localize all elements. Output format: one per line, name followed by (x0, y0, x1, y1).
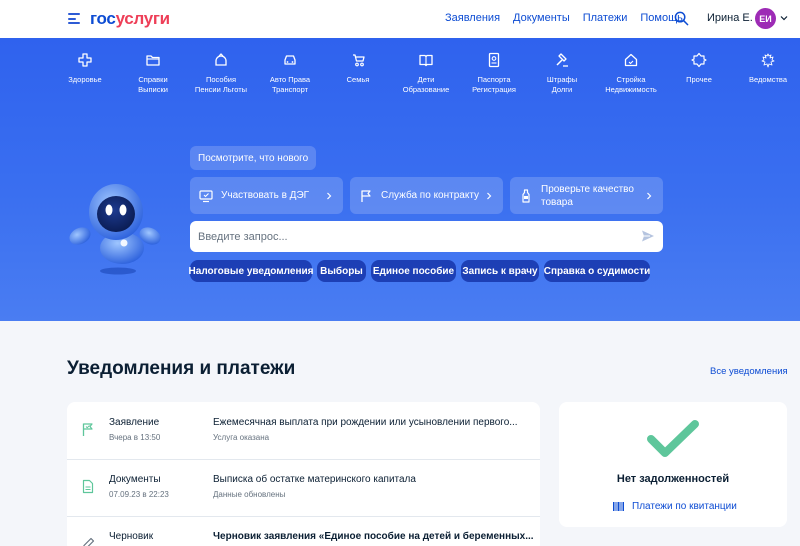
category-other[interactable]: Прочее (659, 52, 739, 85)
checkmark-icon (647, 420, 699, 457)
chevron-right-icon (647, 192, 652, 199)
chip-unified-benefit[interactable]: Единое пособие (371, 260, 456, 282)
send-icon[interactable] (641, 229, 655, 243)
category-bar: Здоровье Справки Выписки Пособия Пенсии … (0, 52, 800, 112)
notifications-card: Заявление Вчера в 13:50 Ежемесячная выпл… (67, 402, 540, 546)
grid-icon (691, 52, 707, 68)
chevron-down-icon[interactable] (779, 13, 789, 23)
category-benefits[interactable]: Пособия Пенсии Льготы (181, 52, 261, 95)
category-fines[interactable]: Штрафы Долги (522, 52, 602, 95)
house-icon (624, 53, 638, 67)
user-avatar[interactable]: ЕИ (755, 8, 776, 29)
nav-documents[interactable]: Документы (513, 12, 570, 24)
robot-mascot-illustration (69, 184, 161, 275)
search-icon[interactable] (674, 11, 689, 26)
chevron-right-icon (487, 192, 492, 199)
flag-icon (361, 189, 371, 202)
receipt-payments-link[interactable]: Платежи по квитанции (613, 501, 737, 512)
promo-contract-service[interactable]: Служба по контракту (350, 177, 503, 214)
chip-doctor-appointment[interactable]: Запись к врачу (461, 260, 539, 282)
passport-icon (488, 52, 500, 68)
chip-criminal-record[interactable]: Справка о судимости (544, 260, 650, 282)
hamburger-menu-icon[interactable] (68, 13, 80, 24)
section-title-notifications: Уведомления и платежи (67, 358, 296, 379)
nav-payments[interactable]: Платежи (583, 12, 628, 24)
wallet-icon (215, 53, 227, 66)
notification-item[interactable]: Документы 07.09.23 в 22:23 Выписка об ос… (67, 459, 540, 516)
search-box (190, 221, 663, 252)
no-debts-title: Нет задолженностей (616, 473, 730, 485)
search-input[interactable] (198, 230, 618, 243)
hero-banner: Здоровье Справки Выписки Пособия Пенсии … (0, 38, 800, 321)
book-icon (419, 54, 433, 67)
stroller-icon (353, 54, 365, 67)
category-agencies[interactable]: Ведомства (728, 52, 800, 85)
emblem-icon (761, 53, 775, 68)
gavel-icon (556, 53, 568, 67)
pencil-icon (83, 537, 95, 546)
flag-icon (82, 423, 93, 436)
barcode-icon (613, 502, 624, 511)
main-nav: Заявления Документы Платежи Помощь (445, 12, 696, 24)
whats-new-button[interactable]: Посмотрите, что нового (190, 146, 317, 170)
car-icon (284, 55, 296, 65)
chevron-right-icon (327, 192, 332, 199)
document-icon (82, 479, 94, 494)
chip-tax-notices[interactable]: Налоговые уведомления (189, 260, 313, 282)
health-cross-icon (78, 53, 92, 67)
promo-deg[interactable]: Участвовать в ДЭГ (190, 177, 343, 214)
notification-item[interactable]: Черновик Черновик заявления «Единое посо… (67, 516, 540, 546)
all-notifications-link[interactable]: Все уведомления (710, 366, 788, 377)
nav-applications[interactable]: Заявления (445, 12, 500, 24)
no-debts-card: Нет задолженностей Платежи по квитанции (559, 402, 787, 527)
promo-check-quality[interactable]: Проверьте качество товара (510, 177, 663, 214)
folder-icon (146, 55, 160, 66)
vote-screen-icon (199, 189, 213, 202)
bottle-icon (522, 188, 530, 203)
chip-elections[interactable]: Выборы (317, 260, 366, 282)
user-name[interactable]: Ирина Е. (707, 12, 753, 24)
notification-item[interactable]: Заявление Вчера в 13:50 Ежемесячная выпл… (67, 402, 540, 459)
top-header: госуслуги Заявления Документы Платежи По… (0, 0, 800, 38)
gosuslugi-logo[interactable]: госуслуги (90, 9, 170, 29)
